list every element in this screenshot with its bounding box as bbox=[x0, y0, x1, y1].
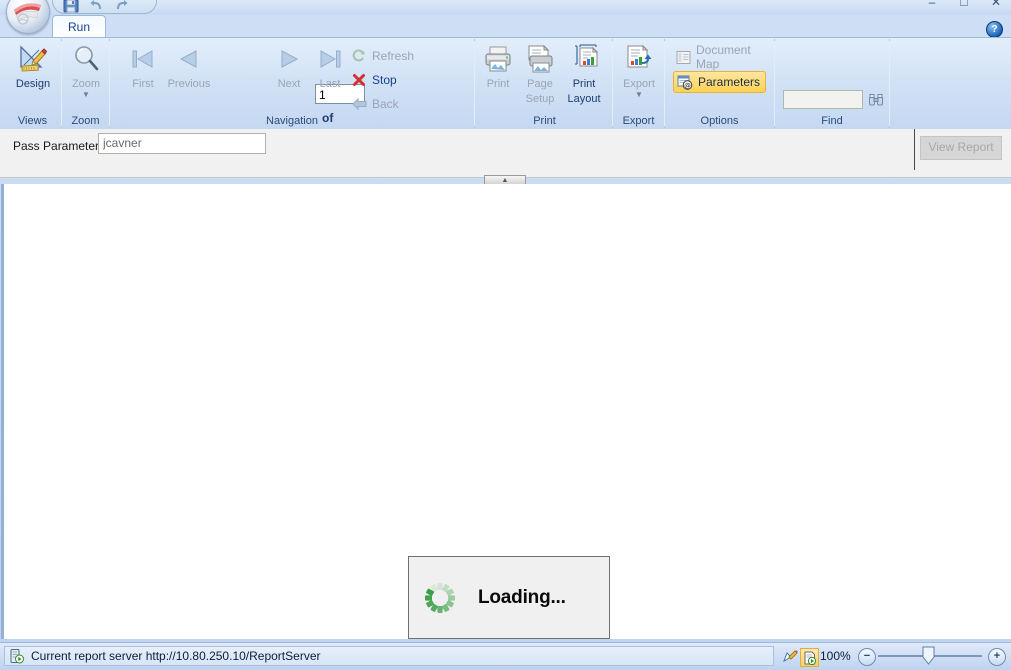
report-server-icon bbox=[9, 648, 25, 664]
print-layout-button[interactable]: Print Layout bbox=[557, 42, 611, 106]
ribbon-group-find-label: Find bbox=[821, 115, 843, 127]
magnifier-icon bbox=[59, 42, 113, 76]
zoom-in-button[interactable]: + bbox=[988, 648, 1006, 666]
title-bar: – □ ✕ bbox=[0, 0, 1011, 15]
ribbon-group-print: Print Page Setup Print Layout Print bbox=[477, 39, 613, 128]
print-layout-label-2: Layout bbox=[567, 93, 601, 105]
find-input[interactable] bbox=[783, 90, 863, 109]
close-button[interactable]: ✕ bbox=[985, 0, 1007, 10]
loading-dialog: Loading... bbox=[408, 556, 610, 639]
print-layout-label-1: Print bbox=[572, 78, 596, 90]
stop-button[interactable]: Stop bbox=[348, 70, 400, 90]
parameter-bar: Pass Parameter bbox=[0, 129, 1011, 178]
refresh-icon bbox=[351, 48, 367, 64]
ribbon-group-zoom-label: Zoom bbox=[71, 115, 100, 127]
previous-page-icon bbox=[162, 42, 216, 76]
report-builder-window: – □ ✕ Run ? Design Views Zoom ▼ Zoom Fir… bbox=[0, 0, 1011, 670]
pass-parameter-input[interactable] bbox=[98, 133, 266, 154]
loading-spinner-icon bbox=[422, 580, 458, 616]
back-button[interactable]: Back bbox=[348, 94, 402, 114]
ribbon-group-options-label: Options bbox=[700, 115, 739, 127]
zoom-out-button[interactable]: − bbox=[858, 648, 876, 666]
design-mode-icon[interactable] bbox=[782, 648, 799, 665]
ribbon-group-print-label: Print bbox=[533, 115, 556, 127]
ribbon-group-export-label: Export bbox=[622, 115, 655, 127]
back-label: Back bbox=[372, 97, 399, 111]
document-map-button[interactable]: Document Map bbox=[673, 43, 774, 71]
ribbon-group-views-label: Views bbox=[17, 115, 48, 127]
chevron-down-icon[interactable]: ▼ bbox=[59, 91, 113, 99]
parameters-icon: @ bbox=[677, 74, 693, 90]
pass-parameter-label: Pass Parameter bbox=[13, 139, 100, 153]
ribbon-group-options: Document Map @ Parameters Options bbox=[665, 39, 775, 128]
ribbon-group-zoom: Zoom ▼ Zoom bbox=[62, 39, 110, 128]
minimize-button[interactable]: – bbox=[921, 0, 943, 10]
tab-run[interactable]: Run bbox=[52, 15, 106, 39]
design-icon bbox=[6, 42, 60, 76]
ribbon-group-export: Export ▼ Export bbox=[613, 39, 665, 128]
previous-page-button[interactable]: Previous bbox=[162, 42, 216, 91]
run-mode-icon[interactable] bbox=[800, 648, 819, 667]
status-bar: Current report server http://10.80.250.1… bbox=[0, 642, 1011, 670]
maximize-button[interactable]: □ bbox=[953, 0, 975, 10]
ribbon: Design Views Zoom ▼ Zoom First Previous … bbox=[0, 37, 1011, 131]
zoom-level-label: 100% bbox=[820, 649, 851, 663]
ribbon-group-navigation: First Previous 1 of Next Last Refresh St… bbox=[110, 39, 475, 128]
quick-access-toolbar bbox=[52, 0, 157, 14]
save-icon[interactable] bbox=[63, 0, 79, 14]
zoom-button[interactable]: Zoom ▼ bbox=[59, 42, 113, 99]
redo-icon[interactable] bbox=[113, 0, 129, 14]
ribbon-tab-strip: Run ? bbox=[0, 14, 1011, 39]
status-message: Current report server http://10.80.250.1… bbox=[31, 649, 321, 663]
ribbon-group-views: Design Views bbox=[4, 39, 62, 128]
document-map-icon bbox=[676, 49, 691, 65]
stop-label: Stop bbox=[372, 73, 397, 87]
svg-text:@: @ bbox=[684, 81, 691, 89]
report-canvas: Loading... bbox=[1, 184, 1011, 639]
view-report-button[interactable]: View Report bbox=[920, 136, 1002, 160]
back-arrow-icon bbox=[351, 96, 367, 112]
refresh-label: Refresh bbox=[372, 49, 415, 63]
undo-icon[interactable] bbox=[89, 0, 105, 14]
parameter-bar-divider bbox=[914, 129, 915, 170]
help-icon[interactable]: ? bbox=[986, 21, 1003, 38]
status-message-well: Current report server http://10.80.250.1… bbox=[4, 646, 774, 666]
parameters-label: Parameters bbox=[698, 75, 761, 89]
refresh-button[interactable]: Refresh bbox=[348, 46, 417, 66]
previous-page-label: Previous bbox=[167, 78, 211, 90]
export-icon bbox=[612, 42, 666, 76]
document-map-label: Document Map bbox=[696, 43, 751, 71]
window-controls: – □ ✕ bbox=[921, 0, 1007, 10]
zoom-slider-thumb[interactable] bbox=[922, 646, 935, 665]
design-button[interactable]: Design bbox=[6, 42, 60, 91]
binoculars-icon[interactable] bbox=[868, 93, 884, 110]
ribbon-group-navigation-label: Navigation bbox=[266, 115, 318, 127]
loading-label: Loading... bbox=[478, 586, 566, 608]
print-layout-icon bbox=[557, 42, 611, 76]
design-button-label: Design bbox=[15, 78, 51, 90]
ribbon-group-find: Find bbox=[775, 39, 890, 128]
chevron-down-icon[interactable]: ▼ bbox=[612, 91, 666, 99]
export-button[interactable]: Export ▼ bbox=[612, 42, 666, 99]
parameters-button[interactable]: @ Parameters bbox=[673, 71, 766, 93]
stop-icon bbox=[351, 72, 367, 88]
